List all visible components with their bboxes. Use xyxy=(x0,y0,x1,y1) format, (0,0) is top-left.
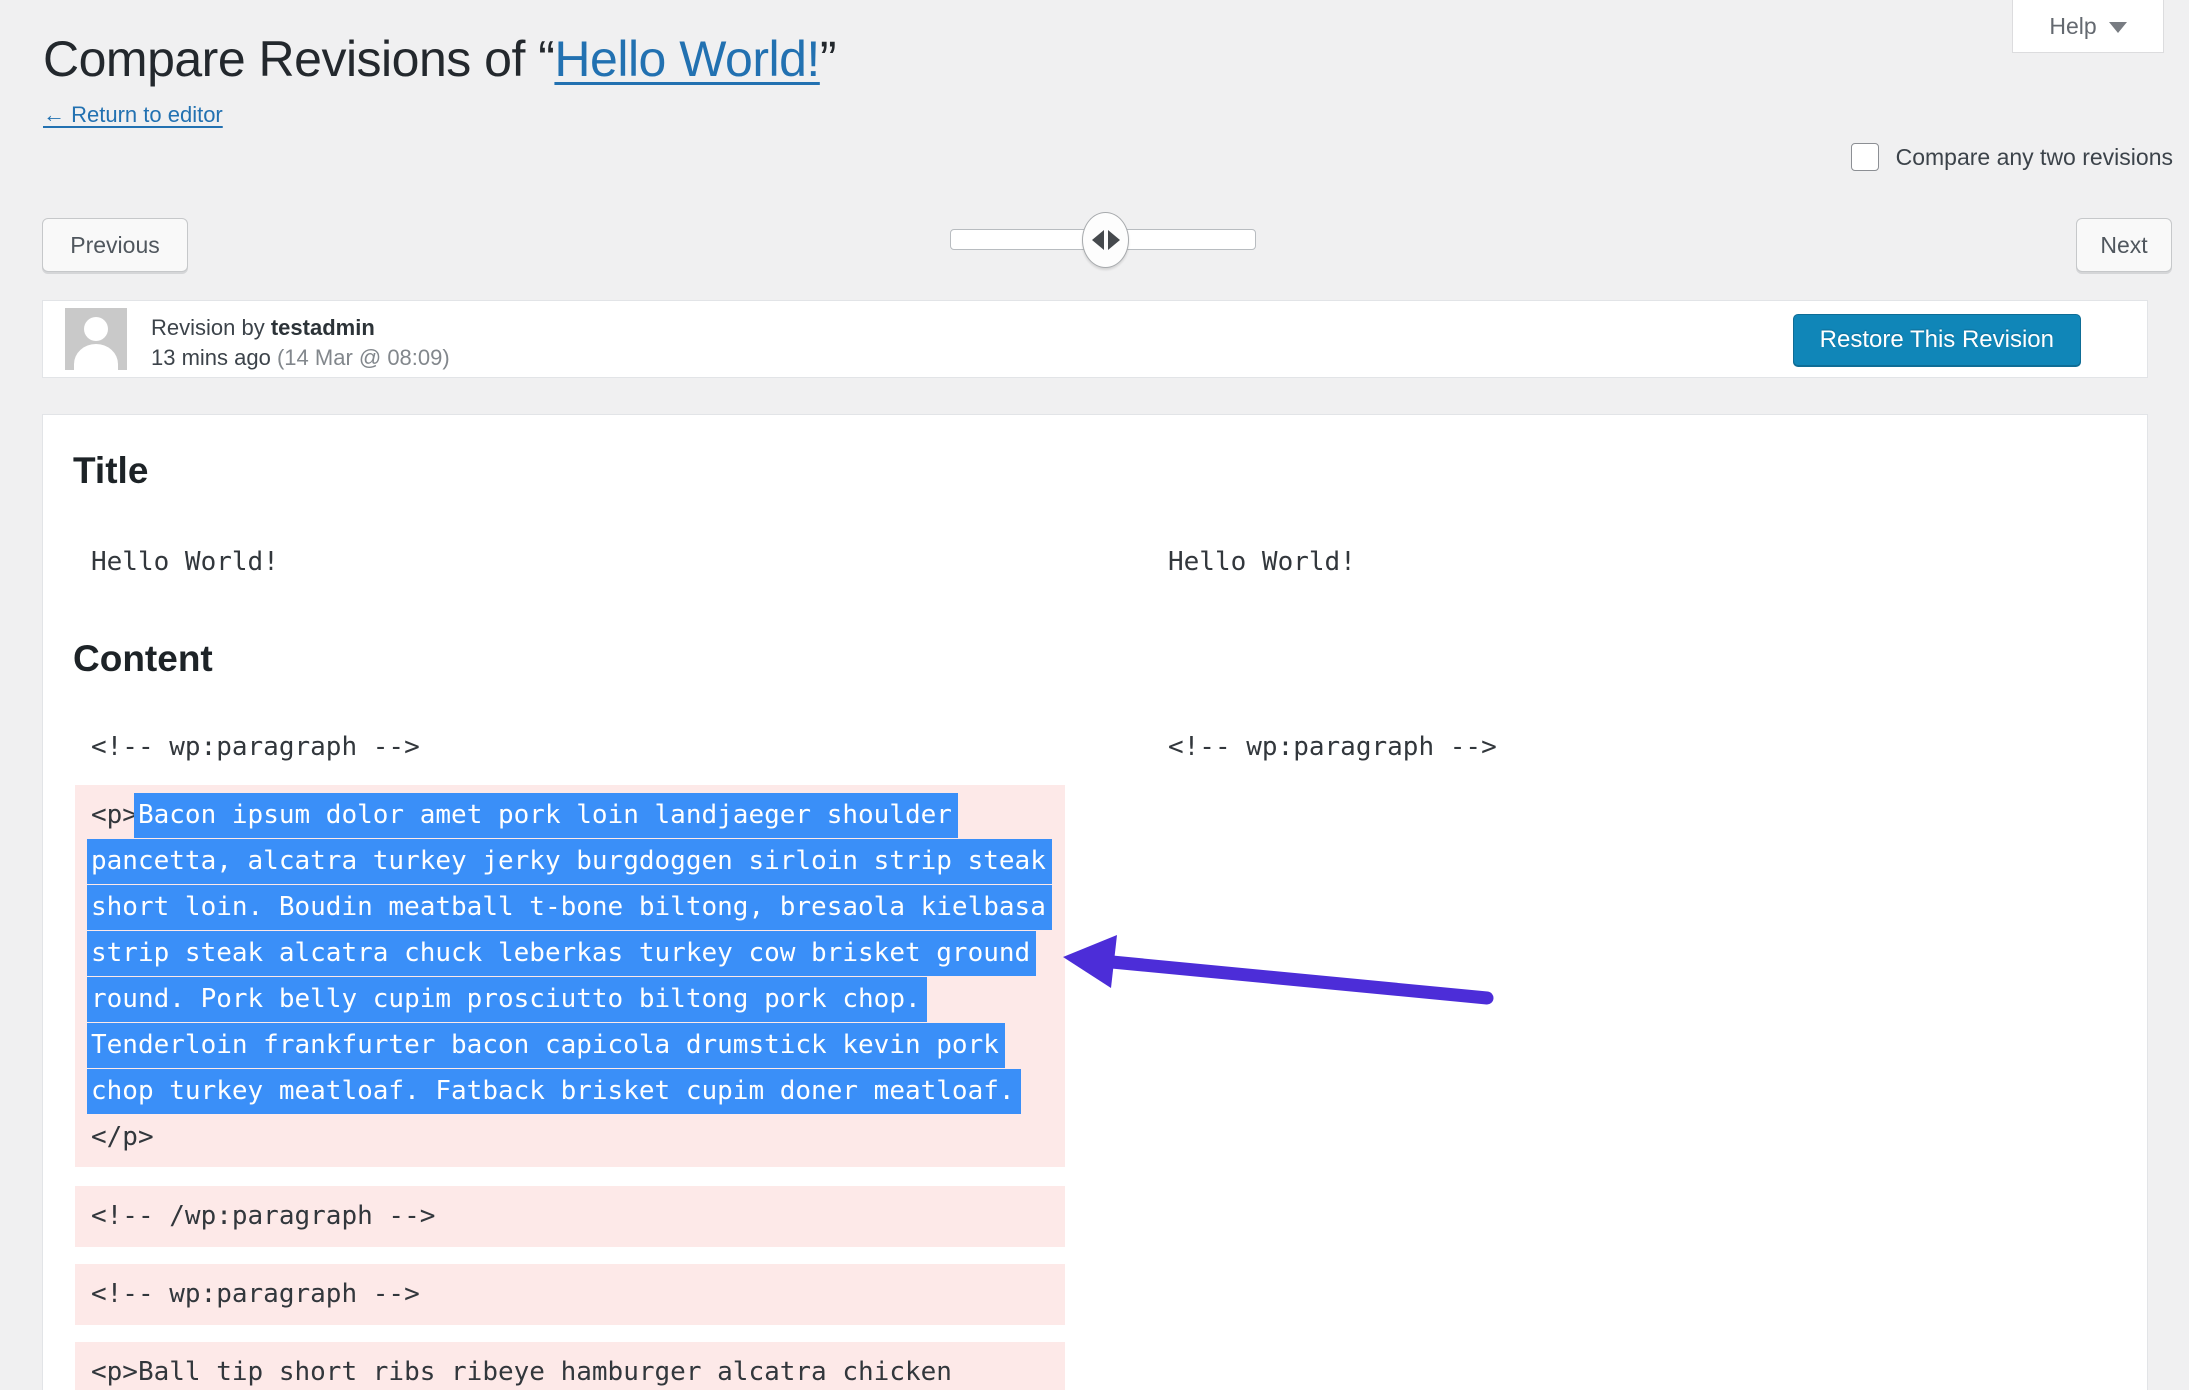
revision-meta-bar: Revision by testadmin 13 mins ago (14 Ma… xyxy=(42,300,2148,378)
revision-datestamp: (14 Mar @ 08:09) xyxy=(276,345,450,370)
title-old-value: Hello World! xyxy=(91,547,279,577)
empty-new-cell xyxy=(1168,1264,2158,1325)
revision-author: testadmin xyxy=(270,315,375,340)
compare-checkbox-label: Compare any two revisions xyxy=(1895,143,2173,170)
revision-slider-thumb[interactable] xyxy=(1082,212,1129,268)
chevron-down-icon xyxy=(2108,22,2127,33)
empty-new-cell xyxy=(1168,785,2158,1167)
context-diff-row: <!-- wp:paragraph --> <!-- wp:paragraph … xyxy=(75,731,2147,763)
compare-any-two-revisions-control[interactable]: Compare any two revisions xyxy=(1850,142,2173,172)
title-diff-row: Hello World! Hello World! xyxy=(75,546,2147,578)
revision-time-ago: 13 mins ago xyxy=(151,345,277,370)
deleted-paragraph-line: Tenderloin frankfurter bacon capicola dr… xyxy=(87,1022,1049,1068)
selected-text: chop turkey meatloaf. Fatback brisket cu… xyxy=(87,1069,1021,1114)
return-to-editor-link[interactable]: ← Return to editor xyxy=(43,102,223,128)
help-menu[interactable]: Help xyxy=(2012,0,2164,53)
deleted-block-line: <!-- /wp:paragraph --> xyxy=(75,1186,1065,1247)
deleted-block-row: <!-- /wp:paragraph --> xyxy=(75,1186,2147,1247)
content-heading: Content xyxy=(73,638,213,679)
title-heading: Title xyxy=(73,450,149,491)
diff-card: Title Hello World! Hello World! Content … xyxy=(42,414,2148,1390)
help-label: Help xyxy=(2049,12,2097,39)
deleted-paragraph-line: strip steak alcatra chuck leberkas turke… xyxy=(87,930,1049,976)
previous-button[interactable]: Previous xyxy=(42,218,188,272)
page-title-prefix: Compare Revisions of “ xyxy=(43,31,555,87)
deleted-paragraph-line: chop turkey meatloaf. Fatback brisket cu… xyxy=(87,1068,1049,1114)
avatar xyxy=(65,308,127,370)
deleted-paragraph-line: short loin. Boudin meatball t-bone bilto… xyxy=(87,884,1052,930)
paragraph-close-tag: </p> xyxy=(91,1122,154,1152)
deleted-paragraph-row: <p>Bacon ipsum dolor amet pork loin land… xyxy=(75,785,2147,1167)
triangle-left-icon xyxy=(1091,230,1104,250)
revision-byline: Revision by testadmin 13 mins ago (14 Ma… xyxy=(151,313,450,373)
byline-prefix: Revision by xyxy=(151,315,271,340)
triangle-right-icon xyxy=(1107,230,1120,250)
paragraph-open-tag: <p> xyxy=(91,800,138,830)
context-new-line: <!-- wp:paragraph --> xyxy=(1168,732,1497,762)
selected-text: Tenderloin frankfurter bacon capicola dr… xyxy=(87,1023,1005,1068)
deleted-paragraph-line: <p>Bacon ipsum dolor amet pork loin land… xyxy=(91,792,1049,838)
revision-date-line: 13 mins ago (14 Mar @ 08:09) xyxy=(151,343,450,373)
selected-text: round. Pork belly cupim prosciutto bilto… xyxy=(87,977,927,1022)
deleted-block-row: <!-- wp:paragraph --> xyxy=(75,1264,2147,1325)
selected-text: short loin. Boudin meatball t-bone bilto… xyxy=(87,885,1052,930)
selected-text: pancetta, alcatra turkey jerky burgdogge… xyxy=(87,839,1052,884)
deleted-blocks: <!-- /wp:paragraph --> <!-- wp:paragraph … xyxy=(43,1186,2147,1390)
revision-author-line: Revision by testadmin xyxy=(151,313,450,343)
title-new-value: Hello World! xyxy=(1168,547,1356,577)
compare-checkbox[interactable] xyxy=(1850,143,1879,171)
empty-new-cell xyxy=(1168,1342,2158,1390)
page-title-suffix: ” xyxy=(819,31,837,87)
selected-text: Bacon ipsum dolor amet pork loin landjae… xyxy=(133,793,958,838)
deleted-paragraph-line: pancetta, alcatra turkey jerky burgdogge… xyxy=(87,838,1052,884)
deleted-paragraph-line: round. Pork belly cupim prosciutto bilto… xyxy=(87,976,1049,1022)
revision-slider[interactable] xyxy=(950,212,1256,268)
deleted-block-line: <!-- wp:paragraph --> xyxy=(75,1264,1065,1325)
context-old-line: <!-- wp:paragraph --> xyxy=(91,732,420,762)
restore-this-revision-button[interactable]: Restore This Revision xyxy=(1792,314,2081,366)
deleted-block-line: <p>Ball tip short ribs ribeye hamburger … xyxy=(75,1342,1065,1390)
deleted-block-row: <p>Ball tip short ribs ribeye hamburger … xyxy=(75,1342,2147,1390)
post-title-link[interactable]: Hello World! xyxy=(554,31,820,87)
page-title: Compare Revisions of “Hello World!” xyxy=(43,30,836,88)
selected-text: strip steak alcatra chuck leberkas turke… xyxy=(87,931,1037,976)
empty-new-cell xyxy=(1168,1186,2158,1247)
deleted-paragraph: <p>Bacon ipsum dolor amet pork loin land… xyxy=(75,785,1065,1167)
next-button[interactable]: Next xyxy=(2076,218,2172,272)
